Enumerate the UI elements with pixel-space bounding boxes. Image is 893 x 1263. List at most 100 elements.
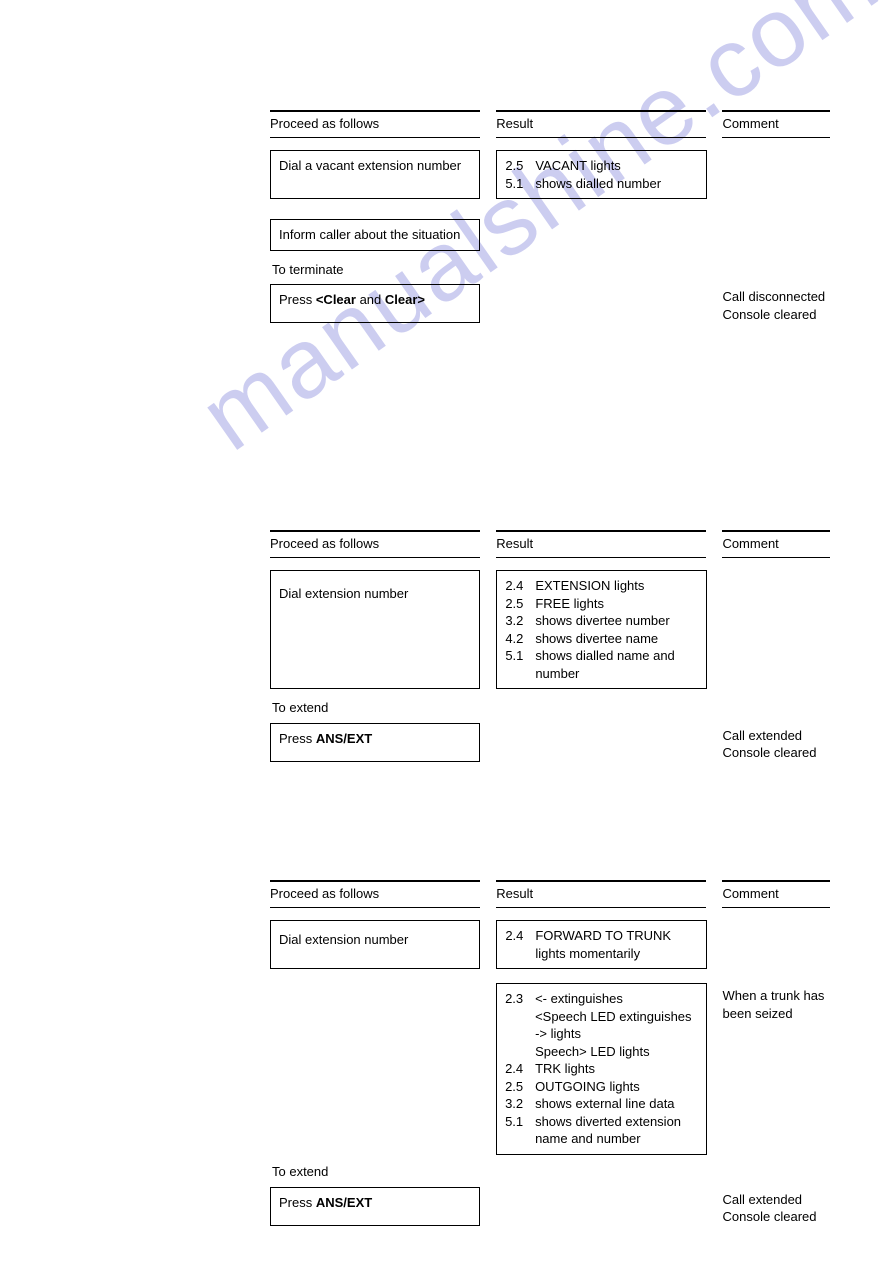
section-1: Proceed as follows Result Comment Dial a…	[270, 110, 830, 323]
result-num	[505, 1043, 535, 1061]
comment-cell: Call extended Console cleared	[723, 723, 830, 762]
proceed-cell: Press ANS/EXT	[270, 1187, 480, 1226]
proceed-cell: Press ANS/EXT	[270, 723, 480, 762]
section-2: Proceed as follows Result Comment Dial e…	[270, 530, 830, 762]
press-bold: <Clear	[316, 292, 356, 307]
header-proceed: Proceed as follows	[270, 110, 480, 138]
header-proceed: Proceed as follows	[270, 880, 480, 908]
comment-cell	[723, 150, 830, 199]
comment-cell: When a trunk has been seized	[723, 983, 830, 1155]
result-text: shows dialled name and number	[535, 647, 697, 682]
result-num	[505, 1025, 535, 1043]
press-prefix: Press	[279, 292, 316, 307]
proceed-cell	[270, 983, 480, 1155]
table-row: Press ANS/EXT Call extended Console clea…	[270, 1187, 830, 1226]
result-text: shows external line data	[535, 1095, 697, 1113]
comment-cell: Call disconnected Console cleared	[723, 284, 830, 323]
table-row: Dial a vacant extension number 2.5VACANT…	[270, 150, 830, 199]
result-num: 3.2	[505, 1095, 535, 1113]
result-cell: 2.4EXTENSION lights 2.5FREE lights 3.2sh…	[496, 570, 706, 689]
table-row: Inform caller about the situation	[270, 219, 830, 251]
result-text: Speech> LED lights	[535, 1043, 697, 1061]
result-num: 2.5	[505, 1078, 535, 1096]
header-comment: Comment	[722, 110, 830, 138]
comment-line: Call extended	[723, 727, 830, 745]
section-3: Proceed as follows Result Comment Dial e…	[270, 880, 830, 1226]
comment-line: Call extended	[723, 1191, 830, 1209]
proceed-cell: Dial a vacant extension number	[270, 150, 480, 199]
note-row: To extend	[270, 1163, 830, 1181]
press-prefix: Press	[279, 1195, 316, 1210]
result-num: 4.2	[505, 630, 535, 648]
press-bold: ANS/EXT	[316, 731, 372, 746]
result-text: EXTENSION lights	[535, 577, 697, 595]
comment-cell: Call extended Console cleared	[723, 1187, 830, 1226]
result-cell: 2.3<- extinguishes <Speech LED extinguis…	[496, 983, 706, 1155]
result-cell: 2.4FORWARD TO TRUNK lights momentarily	[496, 920, 706, 969]
proceed-cell: Inform caller about the situation	[270, 219, 480, 251]
result-num	[505, 1008, 535, 1026]
note-row: To extend	[270, 699, 830, 717]
comment-line: Console cleared	[723, 306, 830, 324]
table-row: Press <Clear and Clear> Call disconnecte…	[270, 284, 830, 323]
result-num: 2.4	[505, 927, 535, 962]
result-num: 5.1	[505, 1113, 535, 1148]
result-num: 5.1	[505, 175, 535, 193]
header-comment: Comment	[722, 530, 830, 558]
comment-line: Console cleared	[723, 1208, 830, 1226]
result-num: 2.5	[505, 157, 535, 175]
result-text: shows dialled number	[535, 175, 697, 193]
comment-cell	[723, 570, 830, 689]
result-text: FREE lights	[535, 595, 697, 613]
table-row: Press ANS/EXT Call extended Console clea…	[270, 723, 830, 762]
header-result: Result	[496, 110, 706, 138]
result-text: -> lights	[535, 1025, 697, 1043]
result-text: shows divertee name	[535, 630, 697, 648]
table-row: Dial extension number 2.4FORWARD TO TRUN…	[270, 920, 830, 969]
header-comment: Comment	[722, 880, 830, 908]
comment-line: When a trunk has	[723, 987, 830, 1005]
note-terminate: To terminate	[270, 261, 485, 279]
result-cell: 2.5VACANT lights 5.1shows dialled number	[496, 150, 706, 199]
header-result: Result	[496, 530, 706, 558]
result-num: 2.4	[505, 577, 535, 595]
result-text: <- extinguishes	[535, 990, 697, 1008]
comment-line: Console cleared	[723, 744, 830, 762]
result-num: 3.2	[505, 612, 535, 630]
press-mid: and	[356, 292, 385, 307]
table-header-row: Proceed as follows Result Comment	[270, 530, 830, 558]
comment-line: Call disconnected	[723, 288, 830, 306]
comment-line: been seized	[723, 1005, 830, 1023]
note-extend: To extend	[270, 699, 485, 717]
comment-cell	[723, 219, 830, 251]
result-text: <Speech LED extinguishes	[535, 1008, 697, 1026]
page: manualshine.com Proceed as follows Resul…	[0, 0, 893, 1263]
result-num: 5.1	[505, 647, 535, 682]
result-text: TRK lights	[535, 1060, 697, 1078]
note-row: To terminate	[270, 261, 830, 279]
result-cell	[496, 284, 706, 323]
result-cell	[496, 1187, 706, 1226]
result-text: shows divertee number	[535, 612, 697, 630]
result-text: shows diverted extension name and number	[535, 1113, 697, 1148]
header-proceed: Proceed as follows	[270, 530, 480, 558]
proceed-cell: Press <Clear and Clear>	[270, 284, 480, 323]
table-header-row: Proceed as follows Result Comment	[270, 110, 830, 138]
result-text: VACANT lights	[535, 157, 697, 175]
comment-cell	[723, 920, 830, 969]
note-extend: To extend	[270, 1163, 485, 1181]
proceed-cell: Dial extension number	[270, 920, 480, 969]
result-text: OUTGOING lights	[535, 1078, 697, 1096]
result-num: 2.3	[505, 990, 535, 1008]
press-bold: ANS/EXT	[316, 1195, 372, 1210]
result-cell	[496, 219, 706, 251]
result-cell	[496, 723, 706, 762]
result-num: 2.5	[505, 595, 535, 613]
result-text: FORWARD TO TRUNK lights momentarily	[535, 927, 697, 962]
header-result: Result	[496, 880, 706, 908]
press-prefix: Press	[279, 731, 316, 746]
table-header-row: Proceed as follows Result Comment	[270, 880, 830, 908]
proceed-cell: Dial extension number	[270, 570, 480, 689]
result-num: 2.4	[505, 1060, 535, 1078]
press-bold: Clear>	[385, 292, 425, 307]
